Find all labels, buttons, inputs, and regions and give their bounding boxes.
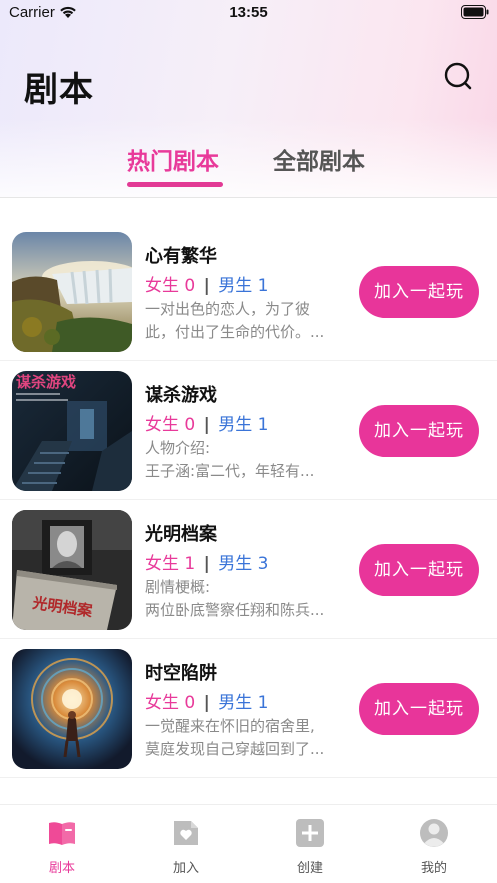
player-counts: 女生 1 | 男生 3	[145, 549, 269, 574]
description-line: 莫庭发现自己穿越回到了...	[145, 740, 325, 758]
player-counts: 女生 0 | 男生 1	[145, 688, 269, 713]
script-title: 时空陷阱	[145, 663, 217, 684]
separator: |	[203, 276, 210, 296]
tab-hot-scripts[interactable]: 热门剧本	[127, 142, 219, 176]
join-play-button[interactable]: 加入一起玩	[359, 266, 479, 318]
script-description: 人物介绍: 王子涵:富二代，年轻有...	[145, 437, 351, 483]
description-line: 剧情梗概:	[145, 578, 211, 596]
script-cover-image	[12, 232, 132, 352]
battery-icon	[461, 5, 489, 19]
page-title: 剧本	[24, 70, 94, 110]
separator: |	[203, 693, 210, 713]
tabbar-item-join[interactable]: 加入	[124, 805, 248, 883]
separator: |	[203, 554, 210, 574]
female-label: 女生	[145, 693, 179, 713]
female-count: 0	[184, 415, 196, 435]
plus-icon	[296, 819, 324, 847]
search-icon[interactable]	[440, 58, 476, 94]
script-title: 心有繁华	[145, 246, 217, 267]
list-item[interactable]: 谋杀游戏 谋杀游戏 女生 0 | 男生 1 人物介绍: 王子涵:富二代，年轻有.…	[0, 361, 497, 500]
male-count: 3	[257, 554, 269, 574]
list-item[interactable]: 光明档案 光明档案 女生 1 | 男生 3 剧情梗概: 两位卧底警察任翔和陈兵.…	[0, 500, 497, 639]
female-count: 0	[184, 276, 196, 296]
description-line: 人物介绍:	[145, 439, 211, 457]
description-line: 一对出色的恋人，为了彼	[145, 300, 311, 318]
description-line: 此，付出了生命的代价。...	[145, 323, 325, 341]
player-counts: 女生 0 | 男生 1	[145, 271, 269, 296]
script-title: 谋杀游戏	[145, 385, 217, 406]
female-label: 女生	[145, 276, 179, 296]
user-icon	[420, 819, 448, 847]
book-icon	[49, 822, 75, 845]
script-title: 光明档案	[145, 524, 217, 545]
heart-doc-icon	[174, 821, 198, 845]
male-label: 男生	[218, 276, 253, 296]
male-count: 1	[257, 276, 269, 296]
join-play-button[interactable]: 加入一起玩	[359, 683, 479, 735]
description-line: 两位卧底警察任翔和陈兵...	[145, 601, 325, 619]
male-label: 男生	[218, 693, 253, 713]
female-label: 女生	[145, 554, 179, 574]
divider	[0, 777, 497, 778]
list-item[interactable]: 时空陷阱 女生 0 | 男生 1 一觉醒来在怀旧的宿舍里, 莫庭发现自己穿越回到…	[0, 639, 497, 778]
script-cover-image	[12, 649, 132, 769]
male-label: 男生	[218, 415, 253, 435]
script-description: 剧情梗概: 两位卧底警察任翔和陈兵...	[145, 576, 351, 622]
script-cover-image: 谋杀游戏	[12, 371, 132, 491]
script-description: 一觉醒来在怀旧的宿舍里, 莫庭发现自己穿越回到了...	[145, 715, 351, 761]
player-counts: 女生 0 | 男生 1	[145, 410, 269, 435]
bottom-tab-bar: 剧本 加入 创建 我的	[0, 804, 497, 883]
tabbar-item-me[interactable]: 我的	[372, 805, 496, 883]
script-description: 一对出色的恋人，为了彼 此，付出了生命的代价。...	[145, 298, 351, 344]
tabbar-label: 创建	[296, 861, 323, 876]
tabbar-label: 我的	[420, 861, 447, 876]
tab-all-scripts[interactable]: 全部剧本	[273, 142, 365, 176]
tabbar-item-create[interactable]: 创建	[248, 805, 372, 883]
female-count: 0	[184, 693, 196, 713]
male-count: 1	[257, 693, 269, 713]
tabbar-item-scripts[interactable]: 剧本	[0, 805, 124, 883]
male-count: 1	[257, 415, 269, 435]
script-cover-image: 光明档案	[12, 510, 132, 630]
separator: |	[203, 415, 210, 435]
male-label: 男生	[218, 554, 253, 574]
tabbar-label: 剧本	[48, 861, 75, 876]
status-time: 13:55	[229, 4, 268, 21]
status-bar: Carrier 13:55	[0, 0, 497, 26]
list-item[interactable]: 心有繁华 女生 0 | 男生 1 一对出色的恋人，为了彼 此，付出了生命的代价。…	[0, 222, 497, 361]
active-tab-indicator	[127, 182, 223, 187]
divider	[0, 197, 497, 198]
svg-text:谋杀游戏: 谋杀游戏	[16, 373, 76, 391]
female-label: 女生	[145, 415, 179, 435]
tab-bar-top: 热门剧本 全部剧本	[0, 138, 497, 198]
female-count: 1	[184, 554, 196, 574]
tabbar-label: 加入	[172, 861, 199, 876]
description-line: 一觉醒来在怀旧的宿舍里,	[145, 717, 315, 735]
join-play-button[interactable]: 加入一起玩	[359, 405, 479, 457]
description-line: 王子涵:富二代，年轻有...	[145, 462, 315, 480]
join-play-button[interactable]: 加入一起玩	[359, 544, 479, 596]
